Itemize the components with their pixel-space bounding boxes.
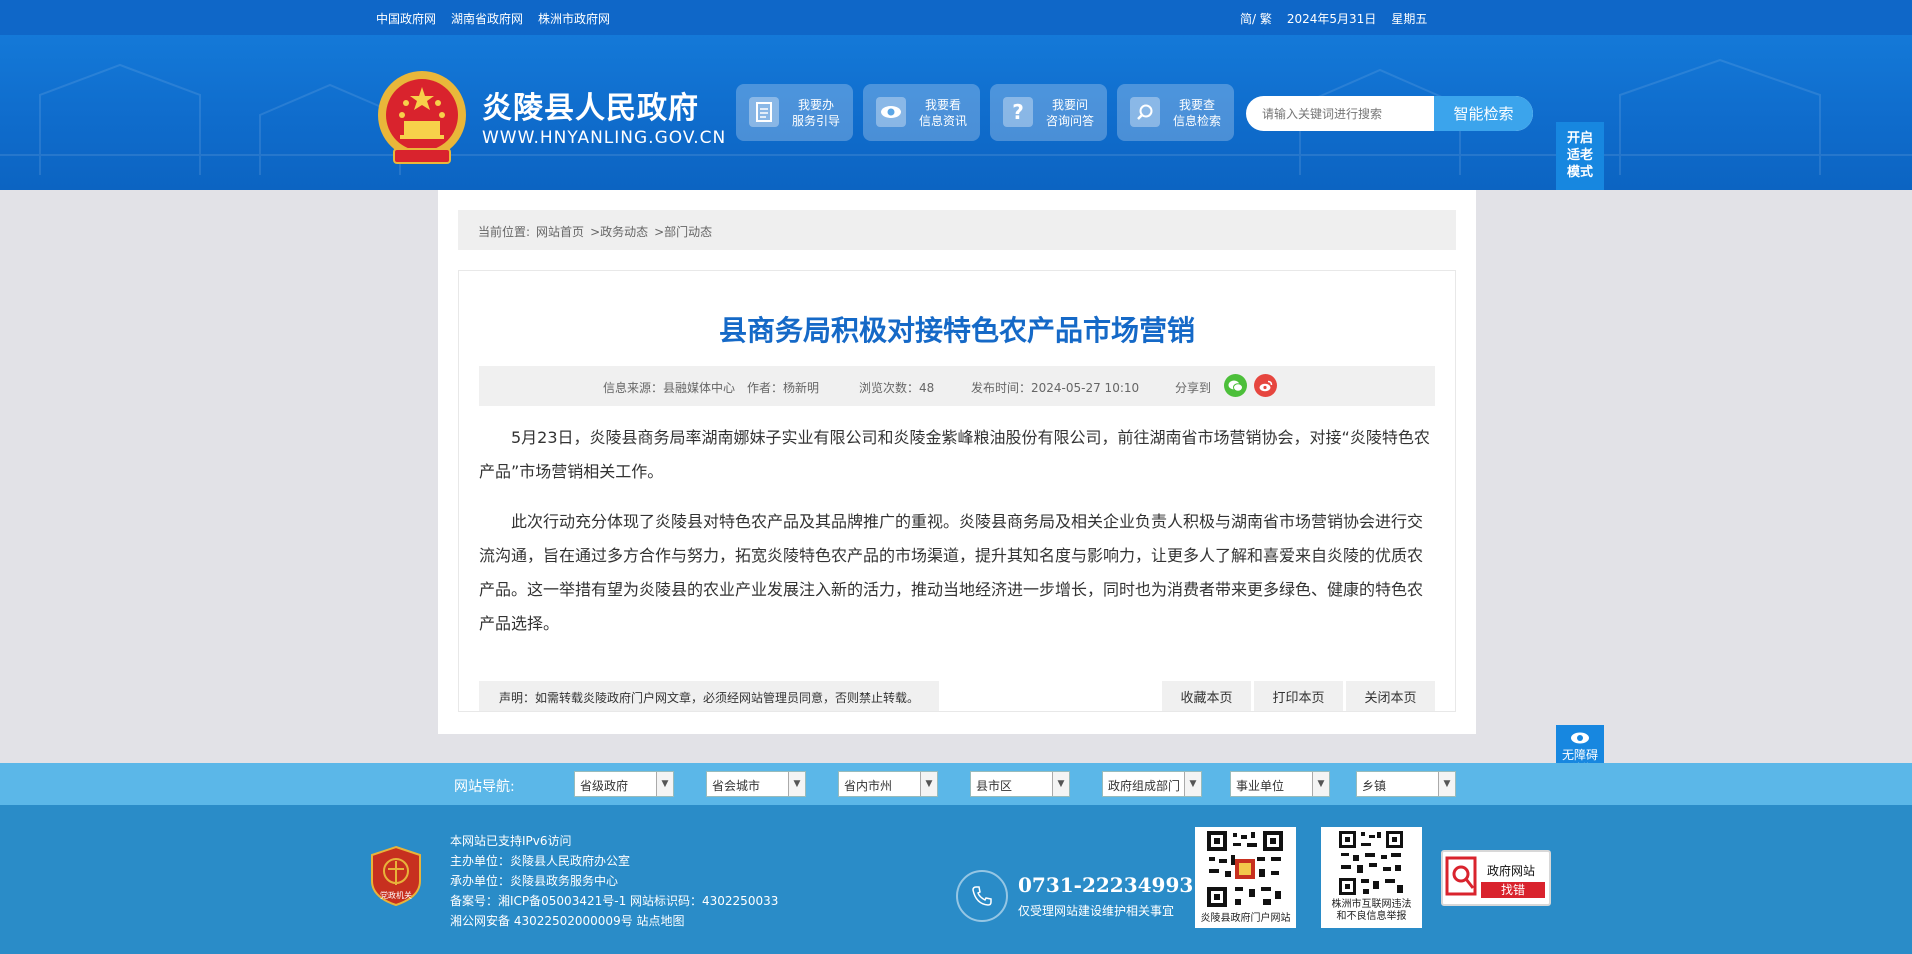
article-title: 县商务局积极对接特色农产品市场营销 xyxy=(718,314,1195,347)
service-ask-button[interactable]: ? 我要问 咨询问答 xyxy=(990,84,1107,141)
service-ask-line2: 咨询问答 xyxy=(1046,114,1095,128)
meta-published: 发布时间：2024-05-27 10:10 xyxy=(971,381,1140,395)
party-gov-badge-icon[interactable]: 党政机关 xyxy=(370,845,422,907)
select-provincial-gov[interactable]: 省级政府 ▼ xyxy=(574,771,674,797)
breadcrumb-home[interactable]: 网站首页 xyxy=(536,223,584,250)
footer-sponsor: 主办单位：炎陵县人民政府办公室 xyxy=(450,854,631,868)
qr-code-report: 株洲市互联网违法 和不良信息举报 xyxy=(1321,827,1422,928)
question-icon: ? xyxy=(1003,97,1033,127)
qr-portal-caption: 炎陵县政府门户网站 xyxy=(1200,913,1291,924)
current-date: 2024年5月31日 xyxy=(1286,12,1377,26)
service-ask-line1: 我要问 xyxy=(1052,98,1089,112)
current-weekday: 星期五 xyxy=(1391,12,1428,26)
top-links: 中国政府网 湖南省政府网 株洲市政府网 xyxy=(376,10,610,27)
service-search-button[interactable]: 我要查 信息检索 xyxy=(1117,84,1234,141)
main-content: 当前位置: 网站首页 >政务动态 >部门动态 县商务局积极对接特色农产品市场营销… xyxy=(438,190,1476,734)
article-body: 5月23日，炎陵县商务局率湖南娜妹子实业有限公司和炎陵金紫峰粮油股份有限公司，前… xyxy=(479,421,1435,657)
meta-views: 浏览次数：48 xyxy=(859,381,935,395)
chevron-down-icon: ▼ xyxy=(788,772,805,796)
site-nav-bar: 网站导航: 省级政府 ▼ 省会城市 ▼ 省内市州 ▼ 县市区 ▼ 政府组成部门 ▼ 事业单… xyxy=(0,763,1912,805)
site-nav-label: 网站导航: xyxy=(454,779,515,795)
phone-icon xyxy=(956,870,1008,922)
find-error-button[interactable]: 政府网站 找错 xyxy=(1441,850,1551,906)
service-phone: 0731-22234993 xyxy=(1018,873,1194,897)
top-bar: 中国政府网 湖南省政府网 株洲市政府网 简/ 繁 2024年5月31日 星期五 xyxy=(0,0,1912,35)
service-view-button[interactable]: 我要看 信息资讯 xyxy=(863,84,980,141)
link-china-gov[interactable]: 中国政府网 xyxy=(376,10,436,27)
service-view-line1: 我要看 xyxy=(925,98,962,112)
site-title: 炎陵县人民政府 xyxy=(482,91,699,126)
select-cities[interactable]: 省内市州 ▼ xyxy=(838,771,938,797)
document-icon xyxy=(749,97,779,127)
breadcrumb: 当前位置: 网站首页 >政务动态 >部门动态 xyxy=(458,210,1456,250)
close-page-button[interactable]: 关闭本页 xyxy=(1346,681,1435,711)
qr-report-caption-line2: 和不良信息举报 xyxy=(1336,911,1407,922)
article-paragraph: 5月23日，炎陵县商务局率湖南娜妹子实业有限公司和炎陵金紫峰粮油股份有限公司，前… xyxy=(479,428,1430,481)
qr-code-portal: 炎陵县政府门户网站 xyxy=(1195,827,1296,928)
badge-label: 党政机关 xyxy=(380,890,412,900)
meta-source: 信息来源：县融媒体中心 xyxy=(603,381,736,395)
site-footer: 党政机关 本网站已支持IPv6访问 主办单位：炎陵县人民政府办公室 承办单位：炎… xyxy=(0,805,1912,954)
find-error-sub: 找错 xyxy=(1501,883,1525,897)
article-actions: 收藏本页 打印本页 关闭本页 xyxy=(1162,681,1435,711)
bookmark-page-button[interactable]: 收藏本页 xyxy=(1162,681,1251,711)
print-page-button[interactable]: 打印本页 xyxy=(1254,681,1343,711)
link-zhuzhou-gov[interactable]: 株洲市政府网 xyxy=(538,10,610,27)
search-box: 智能检索 xyxy=(1246,96,1533,131)
reprint-notice: 声明：如需转载炎陵政府门户网文章，必须经网站管理员同意，否则禁止转载。 xyxy=(479,681,939,711)
chevron-down-icon: ▼ xyxy=(1184,772,1201,796)
site-domain: WWW.HNYANLING.GOV.CN xyxy=(482,128,727,148)
site-header: 炎陵县人民政府 WWW.HNYANLING.GOV.CN 我要办 服务引导 我要… xyxy=(0,35,1912,190)
chevron-down-icon: ▼ xyxy=(656,772,673,796)
service-apply-line2: 服务引导 xyxy=(792,114,841,128)
search-input[interactable] xyxy=(1246,96,1434,131)
article: 县商务局积极对接特色农产品市场营销 信息来源：县融媒体中心 作者：杨新明 浏览次… xyxy=(458,270,1456,712)
select-provincial-capital[interactable]: 省会城市 ▼ xyxy=(706,771,806,797)
qr-code-icon xyxy=(1339,831,1403,895)
find-error-logo-icon: 政府网站 找错 xyxy=(1445,856,1545,898)
chevron-down-icon: ▼ xyxy=(1052,772,1069,796)
weibo-share-icon[interactable] xyxy=(1254,374,1277,397)
eye-icon xyxy=(876,97,906,127)
service-phone-note: 仅受理网站建设维护相关事宜 xyxy=(1018,904,1175,918)
search-icon xyxy=(1130,97,1160,127)
link-hunan-gov[interactable]: 湖南省政府网 xyxy=(451,10,523,27)
wechat-share-icon[interactable] xyxy=(1224,374,1247,397)
select-public-institutions[interactable]: 事业单位 ▼ xyxy=(1230,771,1330,797)
qr-report-caption-line1: 株洲市互联网违法 xyxy=(1331,899,1412,910)
footer-organizer: 承办单位：炎陵县政务服务中心 xyxy=(450,874,619,888)
breadcrumb-label: 当前位置: xyxy=(478,225,531,239)
breadcrumb-dept-news[interactable]: >部门动态 xyxy=(654,223,712,250)
chevron-down-icon: ▼ xyxy=(920,772,937,796)
breadcrumb-gov-news[interactable]: >政务动态 xyxy=(590,223,648,250)
meta-author: 作者：杨新明 xyxy=(747,381,820,395)
footer-info: 本网站已支持IPv6访问 主办单位：炎陵县人民政府办公室 承办单位：炎陵县政务服… xyxy=(450,831,778,931)
lang-switch[interactable]: 简/ 繁 xyxy=(1240,10,1272,27)
service-search-line1: 我要查 xyxy=(1179,98,1216,112)
footer-ipv6: 本网站已支持IPv6访问 xyxy=(450,834,572,848)
national-emblem-icon xyxy=(378,71,466,164)
qr-code-icon xyxy=(1207,831,1283,907)
chevron-down-icon: ▼ xyxy=(1438,772,1455,796)
elderly-mode-button[interactable]: 开启 适老 模式 xyxy=(1556,122,1604,190)
article-paragraph: 此次行动充分体现了炎陵县对特色农产品及其品牌推广的重视。炎陵县商务局及相关企业负… xyxy=(479,512,1424,633)
service-view-line2: 信息资讯 xyxy=(919,114,968,128)
service-apply-line1: 我要办 xyxy=(798,98,835,112)
footer-police-record[interactable]: 湘公网安备 43022502000009号 站点地图 xyxy=(450,911,778,931)
chevron-down-icon: ▼ xyxy=(1312,772,1329,796)
article-meta: 信息来源：县融媒体中心 作者：杨新明 浏览次数：48 发布时间：2024-05-… xyxy=(479,366,1435,406)
select-townships[interactable]: 乡镇 ▼ xyxy=(1356,771,1456,797)
service-search-line2: 信息检索 xyxy=(1173,114,1222,128)
top-right: 简/ 繁 2024年5月31日 星期五 xyxy=(1240,10,1427,27)
select-gov-departments[interactable]: 政府组成部门 ▼ xyxy=(1102,771,1202,797)
footer-icp[interactable]: 备案号：湘ICP备05003421号-1 网站标识码：4302250033 xyxy=(450,891,778,911)
service-apply-button[interactable]: 我要办 服务引导 xyxy=(736,84,853,141)
select-counties[interactable]: 县市区 ▼ xyxy=(970,771,1070,797)
find-error-title: 政府网站 xyxy=(1487,863,1535,878)
smart-search-button[interactable]: 智能检索 xyxy=(1434,96,1533,131)
eye-icon xyxy=(1571,732,1589,744)
meta-share-label: 分享到 xyxy=(1175,381,1212,395)
